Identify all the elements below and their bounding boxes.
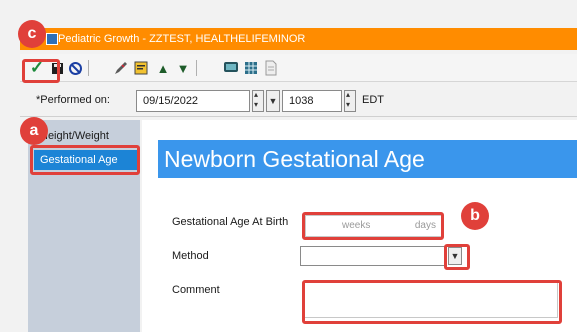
cancel-button[interactable] bbox=[66, 59, 84, 77]
pediatric-growth-window: Pediatric Growth - ZZTEST, HEALTHELIFEMI… bbox=[0, 0, 577, 332]
performed-time-input[interactable]: 1038 bbox=[282, 90, 342, 112]
gestational-age-label: Gestational Age At Birth bbox=[172, 216, 289, 228]
toolbar-divider bbox=[196, 60, 197, 76]
sidebar-item-label: Height/Weight bbox=[40, 130, 109, 142]
document-icon bbox=[265, 60, 277, 76]
callout-c-badge: c bbox=[18, 20, 46, 48]
print-button[interactable] bbox=[262, 59, 280, 77]
callout-comment-highlight bbox=[302, 280, 562, 324]
monitor-icon bbox=[224, 62, 238, 72]
window-title: Pediatric Growth - ZZTEST, HEALTHELIFEMI… bbox=[58, 33, 306, 45]
callout-a-badge: a bbox=[20, 117, 48, 145]
note-icon bbox=[134, 61, 148, 75]
date-dropdown-button[interactable]: ▼ bbox=[266, 90, 280, 112]
view-button[interactable] bbox=[222, 59, 240, 77]
comment-label: Comment bbox=[172, 284, 220, 296]
date-spinner[interactable] bbox=[252, 90, 264, 112]
grid-button[interactable] bbox=[242, 59, 260, 77]
notes-button[interactable] bbox=[132, 59, 150, 77]
sidebar-item-height-weight[interactable]: Height/Weight bbox=[34, 126, 138, 146]
arrow-up-icon: ▲ bbox=[156, 60, 170, 76]
edit-button[interactable] bbox=[112, 59, 130, 77]
method-label: Method bbox=[172, 250, 209, 262]
callout-b-badge: b bbox=[461, 202, 489, 230]
arrow-down-icon: ▼ bbox=[176, 60, 190, 76]
cancel-icon bbox=[68, 61, 82, 75]
toolbar: ✓ ▲ ▼ bbox=[20, 54, 577, 82]
performed-on-label: *Performed on: bbox=[36, 94, 110, 106]
method-select[interactable] bbox=[300, 246, 446, 266]
performed-on-row: *Performed on: 09/15/2022 ▼ 1038 EDT bbox=[20, 85, 577, 117]
callout-c-highlight bbox=[22, 59, 60, 83]
title-bar: Pediatric Growth - ZZTEST, HEALTHELIFEMI… bbox=[20, 28, 577, 50]
chevron-down-icon: ▼ bbox=[268, 96, 278, 106]
callout-b-highlight-field bbox=[302, 212, 444, 240]
callout-method-dropdown-highlight bbox=[444, 244, 470, 270]
timezone-label: EDT bbox=[362, 94, 384, 106]
performed-date-input[interactable]: 09/15/2022 bbox=[136, 90, 250, 112]
section-title: Newborn Gestational Age bbox=[158, 140, 577, 178]
app-icon bbox=[46, 33, 58, 45]
time-spinner[interactable] bbox=[344, 90, 356, 112]
pencil-icon bbox=[115, 62, 127, 74]
toolbar-divider bbox=[88, 60, 89, 76]
move-down-button[interactable]: ▼ bbox=[174, 59, 192, 77]
table-icon bbox=[245, 62, 257, 74]
move-up-button[interactable]: ▲ bbox=[154, 59, 172, 77]
callout-a-highlight bbox=[30, 145, 140, 175]
